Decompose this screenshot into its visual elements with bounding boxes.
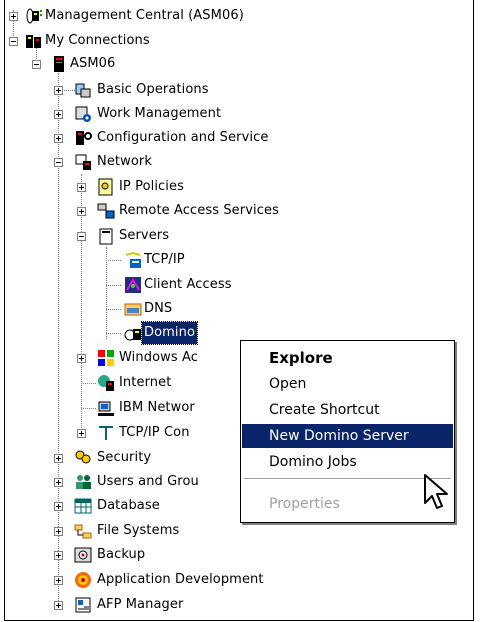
tree-item-label: Configuration and Service	[97, 130, 269, 145]
tcpip-connectivity-icon	[99, 426, 113, 440]
expand-icon[interactable]	[54, 527, 63, 536]
menu-item-domino-jobs[interactable]: Domino Jobs	[242, 450, 453, 474]
client-access-icon	[125, 277, 141, 293]
tree-item-label: Management Central (ASM06)	[45, 8, 244, 23]
tree-item-label: TCP/IP Con	[119, 425, 190, 440]
tree-item-label: Remote Access Services	[119, 203, 279, 218]
tree-line	[58, 73, 59, 603]
expand-icon[interactable]	[77, 354, 86, 363]
remote-access-icon	[97, 203, 115, 219]
work-management-icon	[75, 106, 91, 122]
tree-line	[106, 260, 121, 261]
tree-item-label: ASM06	[70, 56, 116, 71]
menu-separator	[244, 478, 451, 480]
management-central-icon	[26, 8, 42, 24]
tree-item-label: AFP Manager	[97, 597, 184, 612]
system-icon	[54, 56, 64, 72]
tree-item-label: IP Policies	[119, 179, 184, 194]
tree-line	[81, 383, 96, 384]
servers-icon	[99, 228, 113, 245]
expand-icon[interactable]	[54, 502, 63, 511]
file-systems-icon	[74, 524, 92, 539]
ibm-network-icon	[98, 401, 114, 416]
tree-item-label: Backup	[97, 547, 146, 562]
expand-icon[interactable]	[77, 183, 86, 192]
menu-item-properties: Properties	[269, 496, 340, 512]
expand-icon[interactable]	[54, 576, 63, 585]
tree-item-label: IBM Networ	[119, 400, 195, 415]
tree-item-label: Database	[97, 498, 160, 513]
configuration-icon	[76, 131, 92, 145]
menu-item-explore[interactable]: Explore	[242, 346, 453, 370]
database-icon	[74, 498, 92, 514]
tree-item-label: Work Management	[97, 106, 222, 121]
collapse-icon[interactable]	[77, 232, 86, 241]
tree-item-label: Application Development	[97, 572, 264, 587]
expand-icon[interactable]	[54, 601, 63, 610]
tree-item-label: File Systems	[97, 523, 180, 538]
tree-line	[106, 285, 121, 286]
backup-icon	[74, 547, 92, 563]
expand-icon[interactable]	[77, 429, 86, 438]
security-icon	[75, 450, 91, 464]
windows-icon	[98, 350, 114, 366]
domino-icon	[124, 329, 141, 341]
tree-item-label: My Connections	[45, 33, 150, 48]
app-development-icon	[75, 572, 91, 588]
tree-item-label: Windows Ac	[119, 350, 198, 365]
tree-item-label: Network	[97, 154, 152, 169]
expand-icon[interactable]	[54, 134, 63, 143]
tree-item-label: DNS	[144, 301, 173, 316]
navigation-tree[interactable]: Management Central (ASM06) My Connection…	[0, 0, 476, 622]
collapse-icon[interactable]	[54, 158, 63, 167]
tree-line	[106, 309, 121, 310]
tree-item-label: Basic Operations	[97, 82, 209, 97]
menu-item-open[interactable]: Open	[242, 372, 453, 396]
ip-policies-icon	[98, 178, 113, 196]
internet-icon	[98, 375, 114, 391]
tree-line	[106, 333, 121, 334]
tree-line	[81, 408, 96, 409]
basic-operations-icon	[75, 83, 91, 98]
expand-icon[interactable]	[54, 478, 63, 487]
tree-item-label: Servers	[119, 228, 170, 243]
tcpip-icon	[125, 251, 141, 268]
users-groups-icon	[76, 475, 91, 489]
connections-icon	[26, 35, 41, 48]
menu-item-new-domino-server[interactable]: New Domino Server	[242, 424, 453, 448]
expand-icon[interactable]	[54, 86, 63, 95]
dns-icon	[124, 303, 142, 316]
collapse-icon[interactable]	[9, 37, 18, 46]
tree-item-label: Security	[97, 450, 152, 465]
tree-item-label: Users and Grou	[97, 474, 199, 489]
expand-icon[interactable]	[9, 12, 18, 21]
tree-item-label: Client Access	[144, 277, 232, 292]
collapse-icon[interactable]	[32, 60, 41, 69]
tree-item-label: TCP/IP	[144, 252, 185, 267]
network-icon	[75, 154, 91, 170]
expand-icon[interactable]	[54, 551, 63, 560]
expand-icon[interactable]	[54, 454, 63, 463]
mouse-pointer-icon	[424, 474, 448, 509]
tree-item-label: Domino	[140, 321, 199, 345]
afp-manager-icon	[75, 597, 91, 613]
expand-icon[interactable]	[77, 207, 86, 216]
expand-icon[interactable]	[54, 110, 63, 119]
menu-item-create-shortcut[interactable]: Create Shortcut	[242, 398, 453, 422]
tree-item-label: Internet	[119, 375, 172, 390]
